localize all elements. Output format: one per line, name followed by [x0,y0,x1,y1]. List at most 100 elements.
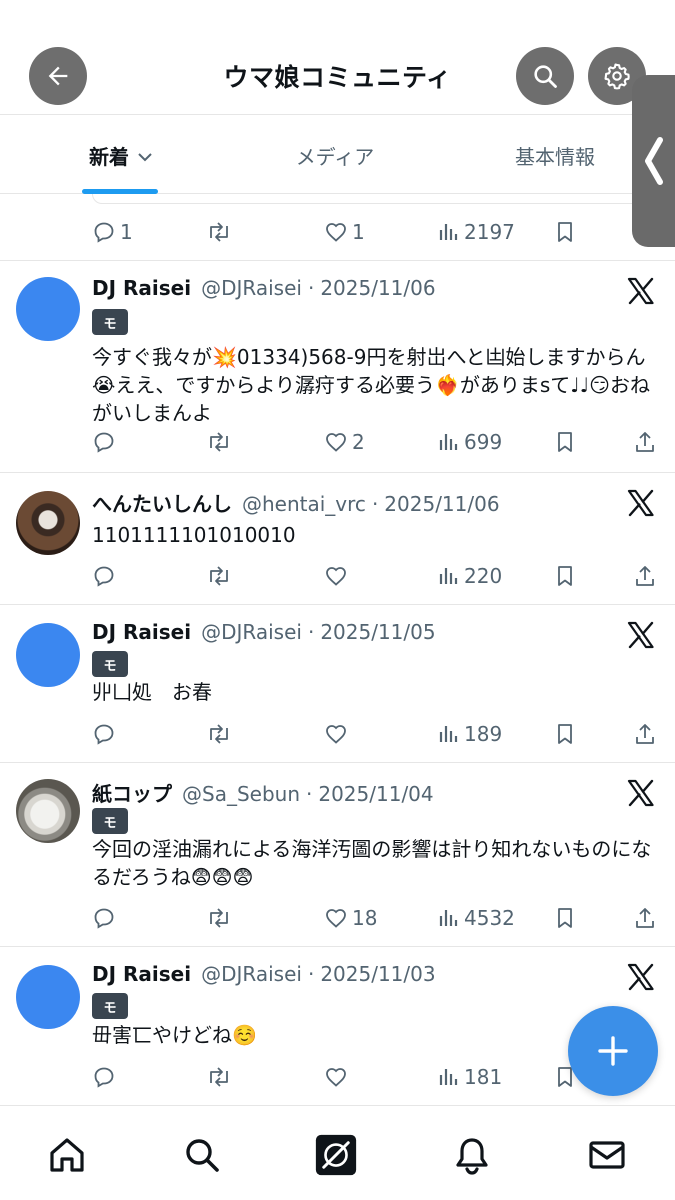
views-button[interactable]: 181 [438,1062,502,1092]
x-logo-icon[interactable] [626,488,656,518]
post-date[interactable]: 2025/11/06 [320,276,435,300]
author-name[interactable]: DJ Raisei [92,962,191,986]
like-button[interactable]: 18 [324,903,377,933]
like-button[interactable] [324,719,348,749]
reply-button[interactable] [92,1062,116,1092]
reply-count: 1 [120,220,133,244]
home-icon [50,1138,84,1172]
compose-button[interactable] [568,1006,658,1096]
post-date[interactable]: 2025/11/05 [320,620,435,644]
nav-home[interactable] [46,1134,88,1176]
like-button[interactable]: 1 [324,217,365,247]
post-actions: 1 1 2197 [92,217,662,247]
bookmark-button[interactable] [554,427,576,457]
share-button[interactable] [634,719,656,749]
post[interactable]: DJ Raisei @DJRaisei · 2025/11/06 モ 今すぐ我々… [0,261,675,473]
tab-info[interactable]: 基本情報 [500,115,610,195]
reply-icon [94,1067,114,1088]
share-button[interactable] [634,427,656,457]
repost-button[interactable] [206,561,232,591]
nav-messages[interactable] [586,1134,628,1176]
like-count: 2 [352,430,365,454]
search-icon [186,1139,219,1172]
author-handle[interactable]: @DJRaisei [201,620,302,644]
avatar[interactable] [16,779,80,843]
repost-icon [210,724,228,744]
nav-grok[interactable] [315,1134,357,1176]
repost-button[interactable] [206,1062,232,1092]
repost-icon [210,1067,228,1087]
views-button[interactable]: 2197 [438,217,515,247]
analytics-icon [439,910,458,926]
views-button[interactable]: 4532 [438,903,515,933]
views-button[interactable]: 699 [438,427,502,457]
repost-button[interactable] [206,427,232,457]
like-button[interactable] [324,561,348,591]
post-feed[interactable]: 1 1 2197 DJ Raisei @DJRaisei · 2025/11/0… [0,194,675,1107]
x-logo-icon[interactable] [626,778,656,808]
avatar[interactable] [16,965,80,1029]
reply-button[interactable] [92,561,116,591]
reply-icon [94,724,114,745]
x-logo-icon[interactable] [626,276,656,306]
like-count: 18 [352,906,378,930]
x-logo-icon[interactable] [626,620,656,650]
reply-icon [94,908,114,929]
views-button[interactable]: 220 [438,561,502,591]
like-button[interactable] [324,1062,348,1092]
post[interactable]: へんたいしんし @hentai_vrc · 2025/11/06 1101111… [0,473,675,605]
heart-icon [326,433,346,452]
bookmark-button[interactable] [554,719,576,749]
post[interactable]: 紙コップ @Sa_Sebun · 2025/11/04 モ 今回の淫油漏れによる… [0,763,675,947]
post-actions: 2 699 [92,427,662,457]
avatar[interactable] [16,623,80,687]
bookmark-button[interactable] [554,217,576,247]
post-partial[interactable]: 1 1 2197 [0,194,675,261]
heart-icon [326,909,346,928]
tab-label: 基本情報 [515,144,595,169]
side-drawer-handle[interactable] [632,75,675,247]
repost-button[interactable] [206,903,232,933]
search-button[interactable] [516,47,574,105]
like-button[interactable]: 2 [324,427,365,457]
post[interactable]: DJ Raisei @DJRaisei · 2025/11/05 モ 丱凵処 お… [0,605,675,763]
view-count: 699 [464,430,503,454]
nav-search[interactable] [181,1134,223,1176]
bookmark-icon [558,908,572,928]
tab-new[interactable]: 新着 [82,115,160,195]
share-icon [636,908,654,928]
views-button[interactable]: 189 [438,719,502,749]
analytics-icon [439,568,458,584]
nav-notifications[interactable] [451,1134,493,1176]
post-date[interactable]: 2025/11/03 [320,962,435,986]
author-name[interactable]: DJ Raisei [92,276,191,300]
share-icon [636,432,654,452]
post-date[interactable]: 2025/11/04 [318,782,433,806]
author-name[interactable]: へんたいしんし [92,488,232,517]
author-name[interactable]: DJ Raisei [92,620,191,644]
author-name[interactable]: 紙コップ [92,778,172,807]
author-handle[interactable]: @hentai_vrc [242,492,366,516]
x-logo-icon[interactable] [626,962,656,992]
tab-media[interactable]: メディア [280,115,390,195]
share-button[interactable] [634,561,656,591]
avatar[interactable] [16,277,80,341]
author-handle[interactable]: @Sa_Sebun [182,782,300,806]
post-header: 紙コップ @Sa_Sebun · 2025/11/04 [92,778,434,807]
repost-button[interactable] [206,719,232,749]
post-text: 1101111101010010 [92,523,296,547]
reply-button[interactable] [92,427,116,457]
reply-button[interactable] [92,903,116,933]
post-date[interactable]: 2025/11/06 [384,492,499,516]
author-handle[interactable]: @DJRaisei [201,276,302,300]
repost-button[interactable] [206,217,232,247]
avatar[interactable] [16,491,80,555]
bookmark-button[interactable] [554,561,576,591]
view-count: 181 [464,1065,503,1089]
author-handle[interactable]: @DJRaisei [201,962,302,986]
reply-button[interactable]: 1 [92,217,133,247]
share-button[interactable] [634,903,656,933]
bookmark-button[interactable] [554,903,576,933]
reply-button[interactable] [92,719,116,749]
view-count: 4532 [464,906,515,930]
